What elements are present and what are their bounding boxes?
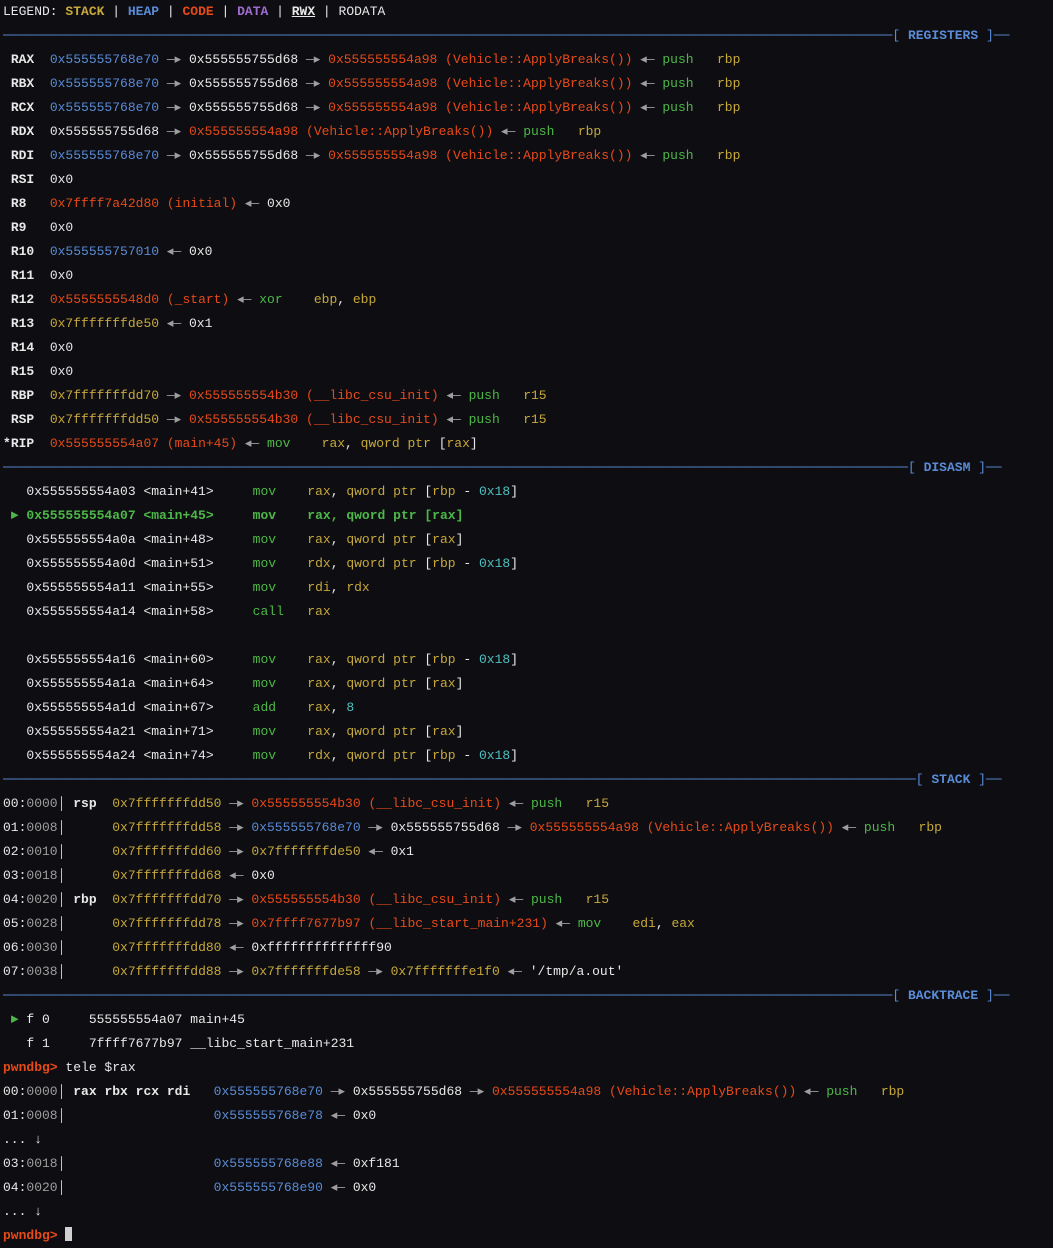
disasm-line: 0x555555554a14 <main+58> call rax [0, 600, 1053, 624]
stack-line: 07:0038│ 0x7fffffffdd88 —▸ 0x7fffffffde5… [0, 960, 1053, 984]
prompt: pwndbg> [3, 1060, 65, 1075]
reg-rsi: RSI 0x0 [0, 168, 1053, 192]
reg-r8: R8 0x7ffff7a42d80 (initial) ◂— 0x0 [0, 192, 1053, 216]
reg-r11: R11 0x0 [0, 264, 1053, 288]
section-stack-title: ────────────────────────────────────────… [0, 768, 1053, 792]
reg-r9: R9 0x0 [0, 216, 1053, 240]
tele-line: 00:0000│ rax rbx rcx rdi 0x555555768e70 … [0, 1080, 1053, 1104]
tele-line: ... ↓ [0, 1200, 1053, 1224]
disasm-line: 0x555555554a0a <main+48> mov rax, qword … [0, 528, 1053, 552]
disasm-line: 0x555555554a1a <main+64> mov rax, qword … [0, 672, 1053, 696]
reg-rcx: RCX 0x555555768e70 —▸ 0x555555755d68 —▸ … [0, 96, 1053, 120]
disasm-line: 0x555555554a0d <main+51> mov rdx, qword … [0, 552, 1053, 576]
prompt: pwndbg> [3, 1228, 65, 1243]
command-tele: tele $rax [65, 1060, 135, 1075]
stack-line: 04:0020│ rbp 0x7fffffffdd70 —▸ 0x5555555… [0, 888, 1053, 912]
reg-rax: RAX 0x555555768e70 —▸ 0x555555755d68 —▸ … [0, 48, 1053, 72]
tele-line: ... ↓ [0, 1128, 1053, 1152]
reg-r15: R15 0x0 [0, 360, 1053, 384]
disasm-block: 0x555555554a03 <main+41> mov rax, qword … [0, 480, 1053, 768]
stack-line: 05:0028│ 0x7fffffffdd78 —▸ 0x7ffff7677b9… [0, 912, 1053, 936]
section-registers-title: ────────────────────────────────────────… [0, 24, 1053, 48]
legend-code: CODE [182, 4, 213, 19]
legend-rwx: RWX [292, 4, 315, 19]
legend-stack: STACK [65, 4, 104, 19]
stack-block: 00:0000│ rsp 0x7fffffffdd50 —▸ 0x5555555… [0, 792, 1053, 984]
reg-rsp: RSP 0x7fffffffdd50 —▸ 0x555555554b30 (__… [0, 408, 1053, 432]
disasm-line: 0x555555554a16 <main+60> mov rax, qword … [0, 648, 1053, 672]
stack-line: 00:0000│ rsp 0x7fffffffdd50 —▸ 0x5555555… [0, 792, 1053, 816]
reg-r12: R12 0x5555555548d0 (_start) ◂— xor ebp, … [0, 288, 1053, 312]
legend-line: LEGEND: STACK | HEAP | CODE | DATA | RWX… [0, 0, 1053, 24]
backtrace-f1: f 1 7ffff7677b97 __libc_start_main+231 [0, 1032, 1053, 1056]
legend-heap: HEAP [128, 4, 159, 19]
stack-line: 01:0008│ 0x7fffffffdd58 —▸ 0x555555768e7… [0, 816, 1053, 840]
reg-r14: R14 0x0 [0, 336, 1053, 360]
reg-rbp: RBP 0x7fffffffdd70 —▸ 0x555555554b30 (__… [0, 384, 1053, 408]
tele-block: 00:0000│ rax rbx rcx rdi 0x555555768e70 … [0, 1080, 1053, 1224]
reg-rdi: RDI 0x555555768e70 —▸ 0x555555755d68 —▸ … [0, 144, 1053, 168]
disasm-line: 0x555555554a03 <main+41> mov rax, qword … [0, 480, 1053, 504]
prompt-line-2[interactable]: pwndbg> [0, 1224, 1053, 1248]
section-backtrace-title: ────────────────────────────────────────… [0, 984, 1053, 1008]
stack-line: 02:0010│ 0x7fffffffdd60 —▸ 0x7fffffffde5… [0, 840, 1053, 864]
reg-r13: R13 0x7fffffffde50 ◂— 0x1 [0, 312, 1053, 336]
legend-prefix: LEGEND: [3, 4, 65, 19]
disasm-line: 0x555555554a11 <main+55> mov rdi, rdx [0, 576, 1053, 600]
reg-r10: R10 0x555555757010 ◂— 0x0 [0, 240, 1053, 264]
reg-rbx: RBX 0x555555768e70 —▸ 0x555555755d68 —▸ … [0, 72, 1053, 96]
reg-rdx: RDX 0x555555755d68 —▸ 0x555555554a98 (Ve… [0, 120, 1053, 144]
disasm-line: 0x555555554a24 <main+74> mov rdx, qword … [0, 744, 1053, 768]
legend-rodata: RODATA [339, 4, 386, 19]
tele-line: 01:0008│ 0x555555768e78 ◂— 0x0 [0, 1104, 1053, 1128]
reg-rip: *RIP 0x555555554a07 (main+45) ◂— mov rax… [0, 432, 1053, 456]
section-disasm-title: ────────────────────────────────────────… [0, 456, 1053, 480]
disasm-line [0, 624, 1053, 648]
stack-line: 03:0018│ 0x7fffffffdd68 ◂— 0x0 [0, 864, 1053, 888]
disasm-line: ► 0x555555554a07 <main+45> mov rax, qwor… [0, 504, 1053, 528]
legend-data: DATA [237, 4, 268, 19]
prompt-line-1[interactable]: pwndbg> tele $rax [0, 1056, 1053, 1080]
backtrace-f0: ► f 0 555555554a07 main+45 [0, 1008, 1053, 1032]
disasm-line: 0x555555554a21 <main+71> mov rax, qword … [0, 720, 1053, 744]
cursor-icon [65, 1227, 72, 1241]
tele-line: 04:0020│ 0x555555768e90 ◂— 0x0 [0, 1176, 1053, 1200]
disasm-line: 0x555555554a1d <main+67> add rax, 8 [0, 696, 1053, 720]
tele-line: 03:0018│ 0x555555768e88 ◂— 0xf181 [0, 1152, 1053, 1176]
